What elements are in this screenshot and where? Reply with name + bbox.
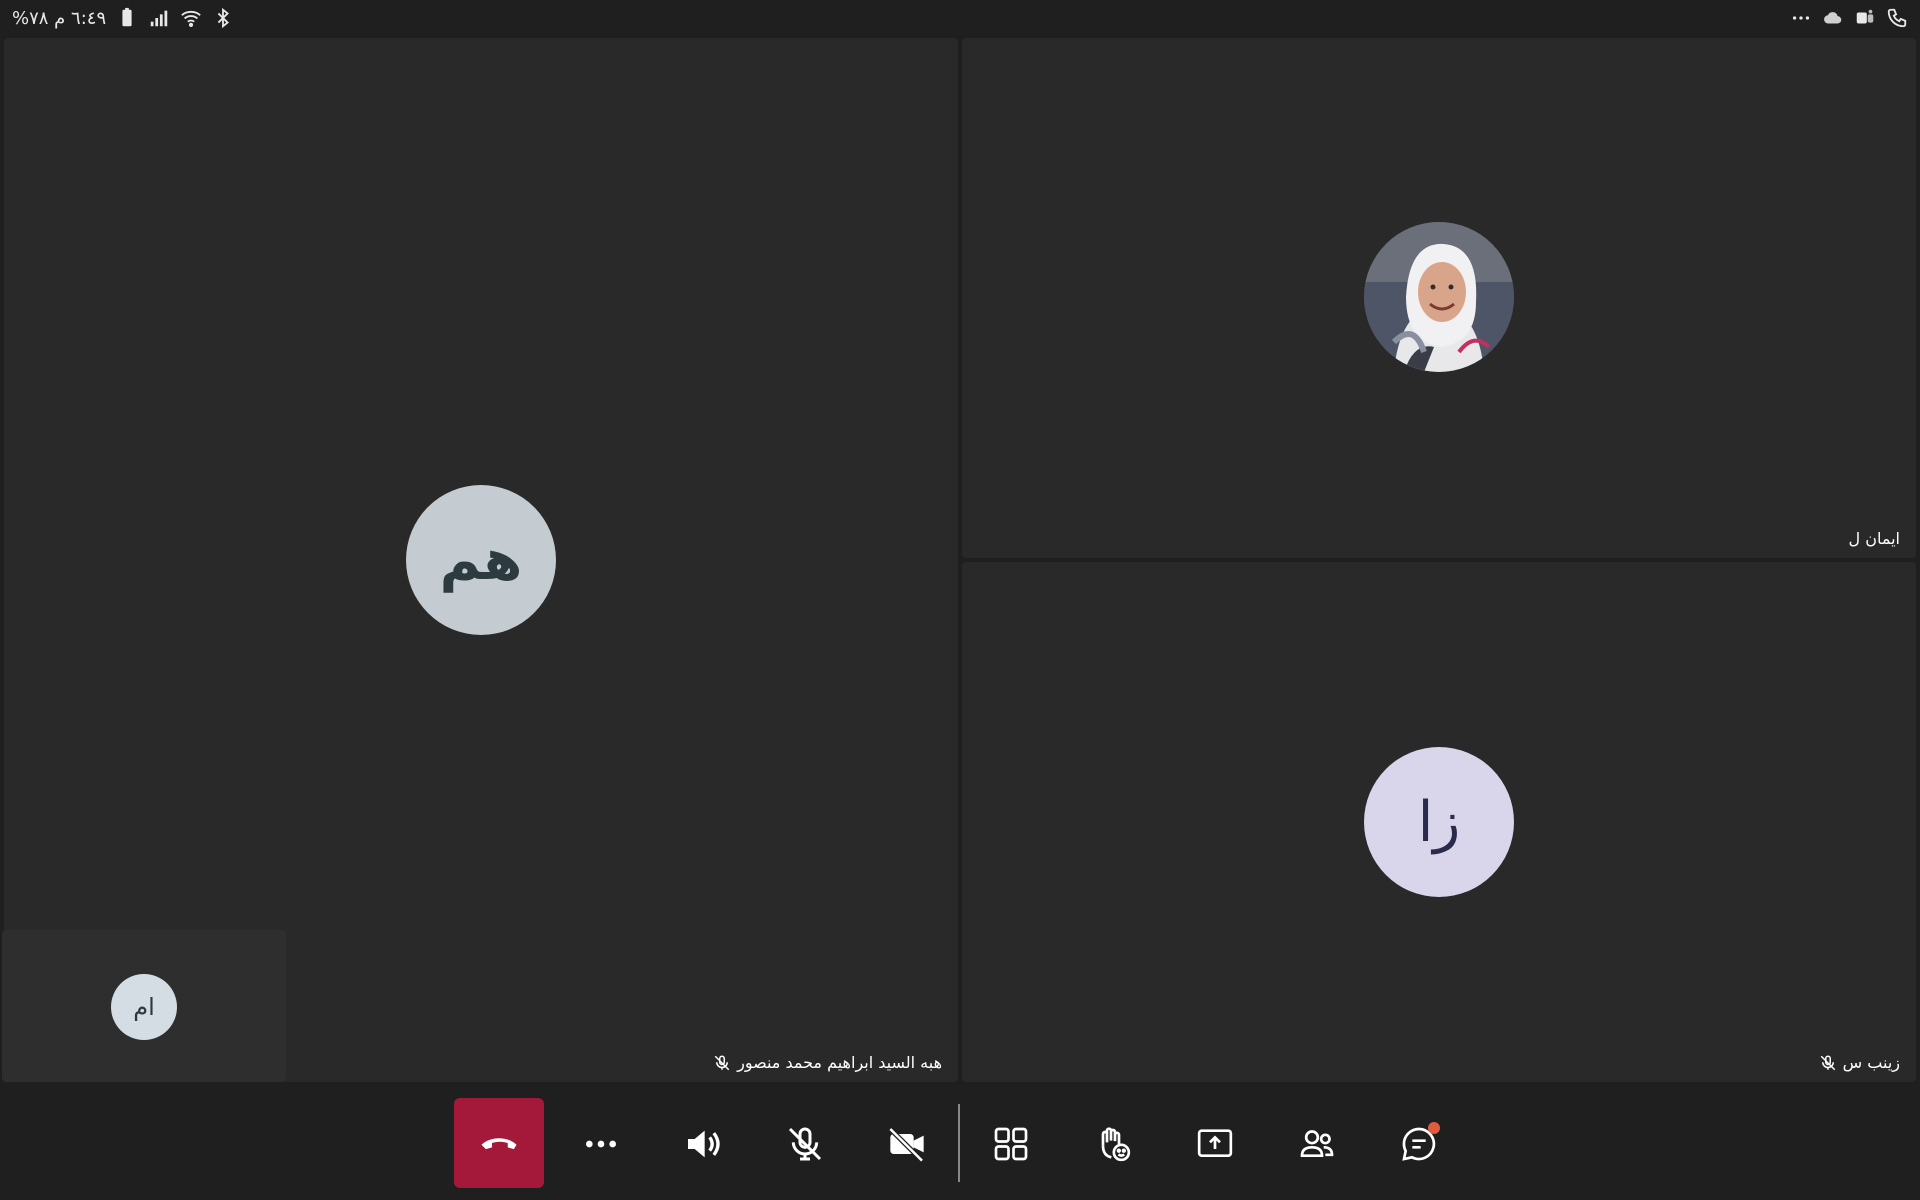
participant-tile-top-right[interactable]: ايمان ل (962, 38, 1916, 558)
avatar-photo (1364, 222, 1514, 372)
status-right (1790, 7, 1908, 29)
camera-off-icon (888, 1127, 924, 1163)
status-time-battery: ٦:٤٩ م ٧٨% (12, 7, 107, 29)
participant-tile-bottom-right[interactable]: زا زينب س (962, 562, 1916, 1082)
participant-name: زينب س (1819, 1053, 1900, 1072)
participants-button[interactable] (1272, 1088, 1362, 1200)
raise-hand-icon (1101, 1127, 1131, 1162)
more-icon (586, 1140, 616, 1148)
hang-up-icon (481, 1138, 517, 1150)
share-screen-button[interactable] (1170, 1088, 1260, 1200)
teams-icon (1854, 7, 1876, 29)
reactions-button[interactable] (1068, 1088, 1158, 1200)
avatar-initials: زا (1417, 789, 1461, 855)
avatar-initials: هم (439, 527, 523, 593)
control-divider (958, 1104, 960, 1182)
wifi-icon (180, 7, 202, 29)
chat-button[interactable] (1374, 1088, 1464, 1200)
avatar: هم (406, 485, 556, 635)
phone-icon (1886, 7, 1908, 29)
participant-name: ايمان ل (1849, 529, 1900, 548)
self-view-tile[interactable]: ام (2, 930, 286, 1082)
more-icon[interactable] (1790, 7, 1812, 29)
participant-name-text: ايمان ل (1848, 529, 1900, 548)
signal-icon (148, 7, 170, 29)
cloud-icon (1822, 7, 1844, 29)
participant-tile-main[interactable]: هم هبه السيد ابراهيم محمد منصور (4, 38, 958, 1082)
bluetooth-icon (212, 7, 234, 29)
call-control-bar (0, 1088, 1920, 1200)
avatar-initials: ام (133, 993, 155, 1021)
hang-up-button[interactable] (454, 1098, 544, 1188)
profile-photo-icon (1364, 222, 1514, 372)
more-options-button[interactable] (556, 1088, 646, 1200)
chat-notification-badge (1428, 1122, 1440, 1134)
mic-off-icon (788, 1127, 822, 1161)
mic-muted-icon (1820, 1055, 1835, 1070)
status-bar: ٦:٤٩ م ٧٨% (0, 0, 1920, 36)
mic-muted-icon (714, 1055, 730, 1070)
participant-name-text: هبه السيد ابراهيم محمد منصور (737, 1053, 942, 1072)
camera-button[interactable] (862, 1088, 952, 1200)
participants-icon (1300, 1130, 1334, 1157)
share-screen-icon (1197, 1129, 1233, 1157)
avatar: زا (1364, 747, 1514, 897)
speaker-icon (688, 1130, 720, 1158)
speaker-button[interactable] (658, 1088, 748, 1200)
layout-button[interactable] (966, 1088, 1056, 1200)
participant-name: هبه السيد ابراهيم محمد منصور (713, 1053, 942, 1072)
layout-grid-icon (994, 1127, 1028, 1161)
battery-icon (116, 7, 138, 29)
participant-name-text: زينب س (1842, 1053, 1900, 1072)
avatar: ام (111, 974, 177, 1040)
status-left: ٦:٤٩ م ٧٨% (12, 7, 234, 29)
mute-button[interactable] (760, 1088, 850, 1200)
